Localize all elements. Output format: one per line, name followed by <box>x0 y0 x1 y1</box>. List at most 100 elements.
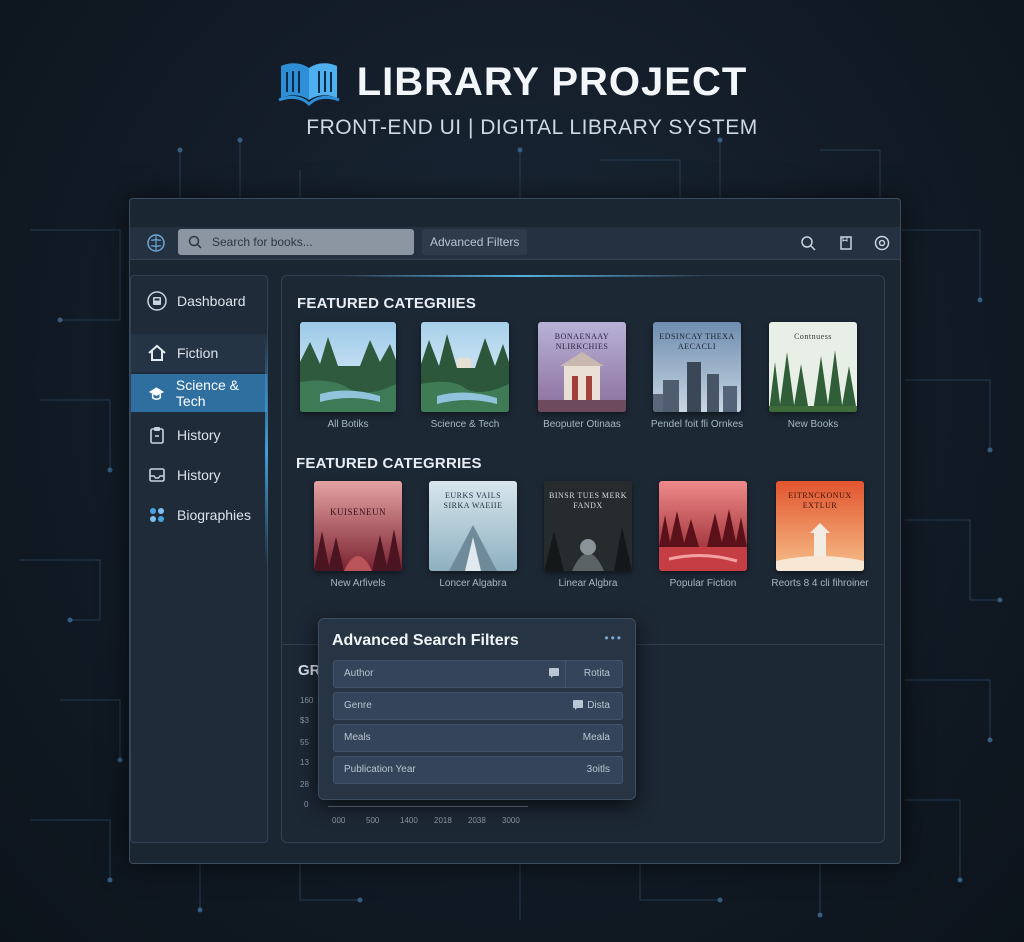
book-cover: EITRNCKONUX EXTLUR <box>776 481 864 571</box>
book-cover: EURKS VAILS SIRKA WAEIIE <box>429 481 517 571</box>
category-card[interactable]: EURKS VAILS SIRKA WAEIIE Loncer Algabra <box>423 481 523 589</box>
y-tick: 0 <box>304 800 309 809</box>
page-title: LIBRARY PROJECT <box>356 59 748 104</box>
sidebar: Dashboard Fiction Science & Tech History <box>130 275 268 843</box>
settings-icon[interactable] <box>874 235 890 251</box>
category-label: Science & Tech <box>430 419 500 430</box>
dashboard-icon <box>147 291 167 311</box>
category-label: All Botiks <box>327 419 369 430</box>
clipboard-icon <box>150 427 164 444</box>
book-cover: BINSR TUES MERK FANDX <box>544 481 632 571</box>
sidebar-item-label: Dashboard <box>177 293 246 309</box>
advanced-search-filters-panel: Advanced Search Filters ••• Author Rotit… <box>318 618 636 800</box>
category-card[interactable]: All Botiks <box>298 322 398 430</box>
flask-icon <box>148 387 165 400</box>
filter-meals-field[interactable]: Meals Meala <box>333 724 623 752</box>
cover-title: BINSR TUES MERK FANDX <box>548 491 628 510</box>
category-card[interactable]: BONAENAAY NLIRKCHIES Beoputer Otinaas <box>532 322 632 430</box>
search-input[interactable] <box>210 234 404 250</box>
advanced-filters-button[interactable]: Advanced Filters <box>422 229 528 255</box>
category-card[interactable]: EITRNCKONUX EXTLUR Reorts 8 4 cli fihroi… <box>770 481 870 589</box>
cover-title: KUISENEUN <box>330 507 386 517</box>
x-tick: 000 <box>332 816 346 825</box>
sidebar-item-dashboard[interactable]: Dashboard <box>131 282 267 320</box>
category-label: New Arfivels <box>330 578 386 589</box>
cover-title: EURKS VAILS SIRKA WAEIIE <box>443 491 503 510</box>
category-label: Loncer Algabra <box>439 578 507 589</box>
panel-glow <box>342 275 702 277</box>
filter-value: Rotita <box>583 668 610 679</box>
filter-label: Publication Year <box>344 764 416 775</box>
sidebar-item-history[interactable]: History <box>131 416 267 454</box>
x-tick: 2018 <box>434 816 452 825</box>
book-cover <box>659 481 747 571</box>
sidebar-item-label: Biographies <box>177 507 251 523</box>
cover-title: BONAENAAY NLIRKCHIES <box>554 332 610 351</box>
top-bar: Advanced Filters <box>130 227 900 260</box>
cover-title: Contnuess <box>794 332 832 341</box>
book-cover <box>421 322 509 412</box>
category-label: Pendel foit fli Ornkes <box>650 419 744 430</box>
category-card[interactable]: BINSR TUES MERK FANDX Linear Algbra <box>538 481 638 589</box>
x-axis-line <box>328 806 528 807</box>
sidebar-item-science-tech[interactable]: Science & Tech <box>131 374 267 412</box>
filter-value: Meala <box>582 732 610 743</box>
y-tick: 28 <box>300 780 309 789</box>
category-card[interactable]: Science & Tech <box>415 322 515 430</box>
sidebar-glow <box>265 336 268 566</box>
category-card[interactable]: KUISENEUN New Arfivels <box>308 481 408 589</box>
filter-label: Author <box>344 668 374 679</box>
sidebar-item-label: Science & Tech <box>175 377 239 409</box>
search-box[interactable] <box>178 229 414 255</box>
book-cover: Contnuess <box>769 322 857 412</box>
search-icon[interactable] <box>800 235 816 251</box>
sidebar-item-label: History <box>177 467 221 483</box>
filters-title: Advanced Search Filters <box>332 632 519 649</box>
filter-label: Genre <box>344 700 372 711</box>
sidebar-item-biographies[interactable]: Biographies <box>131 496 267 534</box>
category-label: Popular Fiction <box>669 578 737 589</box>
category-card[interactable]: EDSINCAY THEXA AECACLI Pendel foit fli O… <box>647 322 747 430</box>
category-label: Linear Algbra <box>558 578 618 589</box>
category-card[interactable]: Contnuess New Books <box>763 322 863 430</box>
cover-title: EITRNCKONUX EXTLUR <box>788 491 852 510</box>
category-label: Reorts 8 4 cli fihroiner <box>771 578 869 589</box>
filter-label: Meals <box>344 732 371 743</box>
filter-value: Dista <box>587 700 610 711</box>
y-tick: 55 <box>300 738 309 747</box>
comment-icon <box>549 668 559 678</box>
cover-title: EDSINCAY THEXA AECACLI <box>659 332 735 351</box>
y-tick: $3 <box>300 716 309 725</box>
book-cover: EDSINCAY THEXA AECACLI <box>653 322 741 412</box>
y-tick: 13 <box>300 758 309 767</box>
bookmark-icon[interactable] <box>838 235 854 251</box>
x-tick: 500 <box>366 816 380 825</box>
page-header: LIBRARY PROJECT FRONT-END UI | DIGITAL L… <box>0 58 1024 140</box>
search-icon <box>188 235 202 249</box>
filter-value: 3oitls <box>586 764 610 775</box>
sidebar-item-fiction[interactable]: Fiction <box>131 334 267 372</box>
page-subtitle: FRONT-END UI | DIGITAL LIBRARY SYSTEM <box>306 116 758 139</box>
inbox-icon <box>149 468 165 482</box>
book-cover: BONAENAAY NLIRKCHIES <box>538 322 626 412</box>
sidebar-item-label: History <box>177 427 221 443</box>
grid-icon <box>150 508 164 522</box>
section-title-featured: FEATURED CATEGRIIES <box>297 295 477 312</box>
book-cover: KUISENEUN <box>314 481 402 571</box>
category-label: New Books <box>787 419 839 430</box>
x-tick: 2038 <box>468 816 486 825</box>
y-tick: 160 <box>300 696 314 705</box>
x-tick: 3000 <box>502 816 520 825</box>
more-options-icon[interactable]: ••• <box>604 631 623 645</box>
category-card[interactable]: Popular Fiction <box>653 481 753 589</box>
brain-logo-icon <box>147 234 165 252</box>
home-icon <box>148 344 166 361</box>
open-book-icon <box>278 63 340 106</box>
filter-publication-year-field[interactable]: Publication Year 3oitls <box>333 756 623 784</box>
filter-author-field[interactable]: Author Rotita <box>333 660 623 688</box>
book-cover <box>300 322 396 412</box>
comment-icon <box>573 700 583 710</box>
section-title-featured-2: FEATURED CATEGRRIES <box>296 455 482 472</box>
filter-genre-field[interactable]: Genre Dista <box>333 692 623 720</box>
sidebar-item-history-2[interactable]: History <box>131 456 267 494</box>
